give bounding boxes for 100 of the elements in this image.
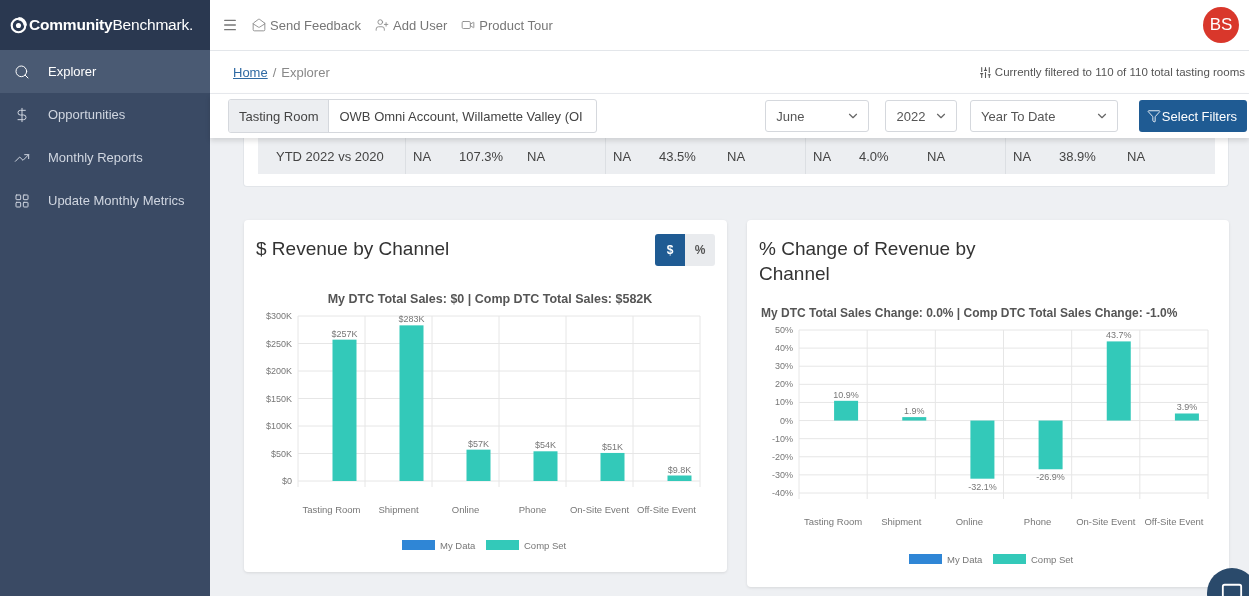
add-user-icon (375, 18, 390, 32)
legend-swatch (402, 540, 435, 550)
value-label: -32.1% (968, 481, 997, 492)
axis-label: $50K (270, 448, 292, 459)
dropdown[interactable]: Year To Date (970, 100, 1118, 132)
legend-swatch (486, 540, 519, 550)
category-label: On-Site Event (1076, 516, 1136, 527)
axis-label: $150K (265, 393, 292, 404)
dollar-icon (14, 106, 30, 123)
bar (834, 400, 859, 421)
category-label: Tasting Room (302, 504, 361, 515)
bar (600, 452, 625, 481)
table-cell-text: NA (1126, 147, 1147, 166)
legend-label: Comp Set (1031, 554, 1074, 565)
value-label: 3.9% (1176, 402, 1198, 413)
value-label: $9.8K (667, 464, 692, 475)
table-cell: NA (405, 138, 452, 174)
value-label: 1.9% (904, 406, 925, 417)
toolbar-link[interactable]: Product Tour (461, 17, 553, 33)
value-label: $257K (331, 328, 358, 339)
value-label: -26.9% (1036, 472, 1065, 483)
grid-icon (14, 192, 30, 209)
select-filters-button[interactable]: Select Filters (1138, 100, 1247, 132)
axis-label: 50% (775, 325, 793, 335)
breadcrumb-link[interactable]: Home (233, 64, 268, 80)
toggle-button[interactable]: $ (655, 234, 685, 266)
legend-label: Comp Set (524, 540, 567, 551)
axis-label: $300K (265, 311, 292, 321)
sidebar-item[interactable]: Explorer (0, 50, 210, 93)
bar (533, 451, 558, 481)
chart-title: My DTC Total Sales Change: 0.0% | Comp DTC Total Sales Change: -1.0% (761, 306, 1178, 320)
axis-label: 40% (775, 343, 793, 354)
dropdown[interactable]: June (765, 100, 870, 132)
toggle-button[interactable]: % (685, 234, 715, 266)
menu-icon[interactable] (222, 17, 238, 33)
breadcrumb-current: Explorer (281, 64, 330, 80)
table-cell: NA (605, 138, 652, 174)
filter-status-text: Currently filtered to 110 of 110 total tasting rooms (994, 66, 1245, 78)
axis-label: -10% (772, 433, 793, 444)
axis-label: $250K (265, 338, 292, 349)
legend-label: My Data (440, 540, 476, 551)
account-field[interactable]: Tasting Room OWB Omni Account, Willamette Valley (OI (228, 99, 598, 133)
breadcrumb-separator: / (272, 64, 277, 80)
filter-icon (1146, 109, 1161, 123)
sidebar-item[interactable]: Opportunities (0, 93, 210, 136)
category-label: Tasting Room (804, 516, 863, 527)
envelope-icon (252, 18, 266, 32)
category-label: On-Site Event (569, 504, 630, 515)
value-label: $57K (468, 438, 489, 449)
category-label: Shipment (378, 504, 419, 515)
bar (970, 420, 995, 479)
logo-text: CommunityBenchmark. (29, 16, 194, 34)
toolbar-link[interactable]: Add User (375, 17, 448, 33)
table-cell: NA (805, 138, 852, 174)
legend-label: My Data (947, 554, 983, 565)
category-label: Off-Site Event (1144, 516, 1204, 527)
category-label: Shipment (881, 516, 922, 527)
category-label: Online (451, 504, 480, 515)
axis-label: -20% (772, 451, 793, 462)
dropdown[interactable]: 2022 (885, 100, 957, 132)
sliders-icon (978, 65, 992, 79)
user-avatar[interactable]: BS (1203, 7, 1239, 43)
chart-title: My DTC Total Sales: $0 | Comp DTC Total Sales: $582K (327, 292, 653, 306)
axis-label: $100K (265, 421, 292, 431)
sidebar-item[interactable]: Update Monthly Metrics (0, 179, 210, 222)
value-label: 10.9% (833, 389, 859, 400)
logo-icon (10, 16, 27, 34)
legend-swatch (993, 554, 1026, 564)
bar (1038, 420, 1063, 470)
value-label: $51K (602, 441, 623, 452)
search-icon (14, 63, 30, 80)
bar (466, 449, 491, 481)
card-title: % Change of Revenue by Channel (759, 237, 977, 286)
value-label: 43.7% (1106, 330, 1132, 341)
table-cell-text: 38.9% (1058, 147, 1097, 166)
legend-swatch (909, 554, 942, 564)
table-cell-text: 107.3% (458, 147, 505, 166)
table-cell: NA (1005, 138, 1052, 174)
category-label: Online (955, 516, 984, 527)
table-cell-text: 4.0% (858, 147, 890, 166)
category-label: Phone (518, 504, 547, 515)
toolbar-link[interactable]: Send Feedback (252, 17, 362, 33)
axis-label: $0 (282, 476, 292, 486)
table-cell-text: YTD 2022 vs 2020 (275, 147, 385, 166)
card-title: $ Revenue by Channel (256, 237, 451, 261)
category-label: Phone (1023, 516, 1052, 527)
axis-label: 0% (780, 415, 793, 426)
table-cell-text: NA (926, 147, 947, 166)
axis-label: -40% (772, 488, 793, 498)
value-label: $54K (535, 440, 556, 451)
bar (902, 417, 927, 421)
sidebar-item[interactable]: Monthly Reports (0, 136, 210, 179)
category-label: Off-Site Event (637, 504, 696, 515)
axis-label: $200K (265, 366, 292, 376)
table-cell-text: NA (726, 147, 747, 166)
table-cell-text: 43.5% (658, 147, 697, 166)
axis-label: 20% (775, 379, 793, 390)
bar (1174, 413, 1199, 421)
value-label: $283K (398, 314, 425, 325)
video-icon (461, 18, 476, 32)
